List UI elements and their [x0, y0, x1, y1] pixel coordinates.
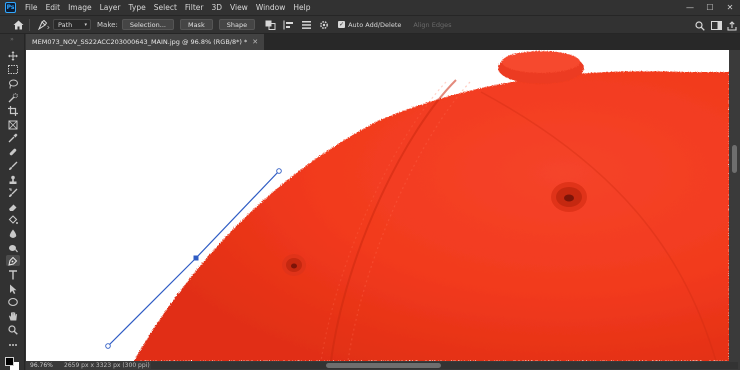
- menu-edit[interactable]: Edit: [42, 0, 65, 15]
- photoshop-logo-icon: Ps: [5, 2, 16, 13]
- document-tab-title: MEM073_NOV_SS22ACC203000643_MAIN.jpg @ 9…: [32, 38, 248, 46]
- options-right-icons: [692, 16, 740, 35]
- lasso-tool-icon[interactable]: [6, 78, 20, 89]
- path-selection-tool-icon[interactable]: [6, 283, 20, 294]
- close-icon[interactable]: ✕: [252, 38, 258, 46]
- menu-3d[interactable]: 3D: [207, 0, 226, 15]
- menu-image[interactable]: Image: [64, 0, 96, 15]
- hand-tool-icon[interactable]: [6, 310, 20, 321]
- vertical-scroll-thumb[interactable]: [732, 145, 737, 173]
- menu-file[interactable]: File: [21, 0, 42, 15]
- maximize-button[interactable]: ☐: [700, 0, 720, 15]
- panel-grip-icon[interactable]: »: [0, 34, 24, 44]
- marquee-tool-icon[interactable]: [6, 64, 20, 75]
- canvas-image: [26, 50, 729, 361]
- history-brush-tool-icon[interactable]: [6, 187, 20, 198]
- tool-mode-select[interactable]: Path ▾: [53, 19, 91, 30]
- zoom-tool-icon[interactable]: [6, 324, 20, 335]
- healing-brush-tool-icon[interactable]: [6, 146, 20, 157]
- menu-window[interactable]: Window: [252, 0, 290, 15]
- menu-layer[interactable]: Layer: [96, 0, 125, 15]
- options-bar: Path ▾ Make: Selection... Mask Shape ✓ A…: [0, 15, 740, 34]
- menu-view[interactable]: View: [226, 0, 252, 15]
- frame-tool-icon[interactable]: [6, 119, 20, 130]
- vertical-scrollbar[interactable]: [729, 50, 740, 361]
- tool-mode-value: Path: [58, 20, 73, 29]
- type-tool-icon[interactable]: [6, 269, 20, 280]
- eraser-tool-icon[interactable]: [6, 201, 20, 212]
- eyedropper-tool-icon[interactable]: [6, 132, 20, 143]
- minimize-button[interactable]: —: [680, 0, 700, 15]
- dodge-tool-icon[interactable]: [6, 242, 20, 253]
- menu-type[interactable]: Type: [125, 0, 150, 15]
- horizontal-scrollbar[interactable]: [151, 362, 738, 369]
- make-selection-button[interactable]: Selection...: [121, 19, 174, 30]
- foreground-color-swatch[interactable]: [5, 357, 14, 366]
- move-tool-icon[interactable]: [6, 50, 20, 61]
- pen-tool-icon[interactable]: [6, 255, 20, 266]
- path-anchor-point[interactable]: [193, 255, 199, 261]
- document-tab[interactable]: MEM073_NOV_SS22ACC203000643_MAIN.jpg @ 9…: [26, 34, 264, 50]
- menu-filter[interactable]: Filter: [181, 0, 208, 15]
- eyelet-right: [551, 182, 587, 212]
- align-edges-option[interactable]: Align Edges: [413, 21, 451, 29]
- workspace-icon[interactable]: [708, 18, 724, 34]
- menu-bar: Ps File Edit Image Layer Type Select Fil…: [0, 0, 740, 15]
- path-arrangement-icon[interactable]: [300, 19, 312, 31]
- make-shape-button[interactable]: Shape: [218, 19, 256, 30]
- window-controls: — ☐ ✕: [680, 0, 740, 15]
- close-window-button[interactable]: ✕: [720, 0, 740, 15]
- chevron-down-icon: ▾: [84, 21, 87, 28]
- eyelet-left: [282, 254, 306, 276]
- separator: [29, 18, 30, 31]
- make-label: Make:: [97, 20, 118, 29]
- blur-tool-icon[interactable]: [6, 228, 20, 239]
- paint-bucket-tool-icon[interactable]: [6, 214, 20, 225]
- auto-add-delete-label: Auto Add/Delete: [348, 20, 402, 29]
- horizontal-scroll-thumb[interactable]: [326, 363, 441, 368]
- share-icon[interactable]: [724, 18, 740, 34]
- document-info: 2659 px x 3323 px (300 ppi): [64, 362, 150, 369]
- path-handle-point[interactable]: [105, 343, 111, 349]
- home-icon[interactable]: [12, 19, 24, 31]
- path-alignment-icon[interactable]: [282, 19, 294, 31]
- zoom-level[interactable]: 96.76%: [26, 362, 58, 369]
- pen-tool-preset-icon[interactable]: [38, 19, 50, 31]
- path-operations-icon[interactable]: [264, 19, 276, 31]
- document-canvas[interactable]: [26, 50, 729, 361]
- make-mask-button[interactable]: Mask: [179, 19, 213, 30]
- more-tools-icon[interactable]: [6, 339, 20, 350]
- document-tab-bar: MEM073_NOV_SS22ACC203000643_MAIN.jpg @ 9…: [26, 34, 740, 50]
- status-bar: 96.76% 2659 px x 3323 px (300 ppi) ›: [26, 361, 740, 370]
- menu-help[interactable]: Help: [289, 0, 314, 15]
- quick-selection-tool-icon[interactable]: [6, 92, 20, 103]
- crop-tool-icon[interactable]: [6, 105, 20, 116]
- menu-select[interactable]: Select: [150, 0, 181, 15]
- ellipse-tool-icon[interactable]: [6, 296, 20, 307]
- auto-add-delete-checkbox[interactable]: ✓: [338, 21, 346, 28]
- path-handle-point[interactable]: [276, 168, 282, 174]
- search-icon[interactable]: [692, 18, 708, 34]
- gear-icon[interactable]: [318, 19, 330, 31]
- brush-tool-icon[interactable]: [6, 160, 20, 171]
- clone-stamp-tool-icon[interactable]: [6, 174, 20, 185]
